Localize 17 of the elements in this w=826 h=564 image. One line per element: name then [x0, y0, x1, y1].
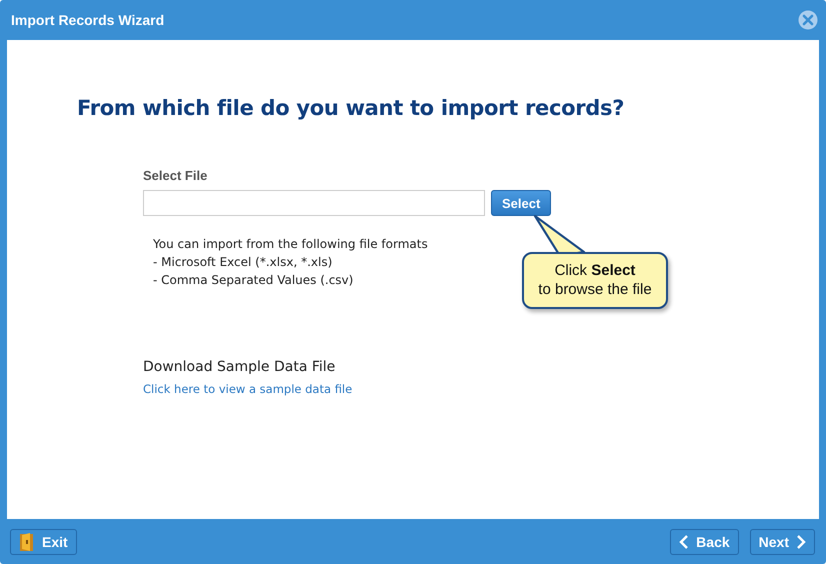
exit-button[interactable]: Exit	[10, 528, 77, 554]
page-heading: From which file do you want to import records?	[77, 96, 624, 120]
sample-title: Download Sample Data File	[143, 359, 336, 375]
chevron-left-icon	[679, 534, 690, 550]
door-icon	[19, 532, 35, 552]
select-button[interactable]: Select	[491, 190, 552, 216]
chevron-right-icon	[796, 534, 806, 550]
back-button[interactable]: Back	[670, 528, 739, 554]
close-icon[interactable]	[798, 10, 818, 30]
format-item: - Comma Separated Values (.csv)	[153, 272, 354, 289]
window-title: Import Records Wizard	[11, 12, 166, 28]
sample-link[interactable]: Click here to view a sample data file	[143, 382, 352, 396]
file-path-field[interactable]	[143, 190, 485, 216]
formats-intro: You can import from the following file formats	[153, 236, 428, 253]
field-label: Select File	[143, 168, 208, 183]
next-button[interactable]: Next	[750, 528, 815, 554]
format-item: - Microsoft Excel (*.xlsx, *.xls)	[153, 254, 332, 271]
